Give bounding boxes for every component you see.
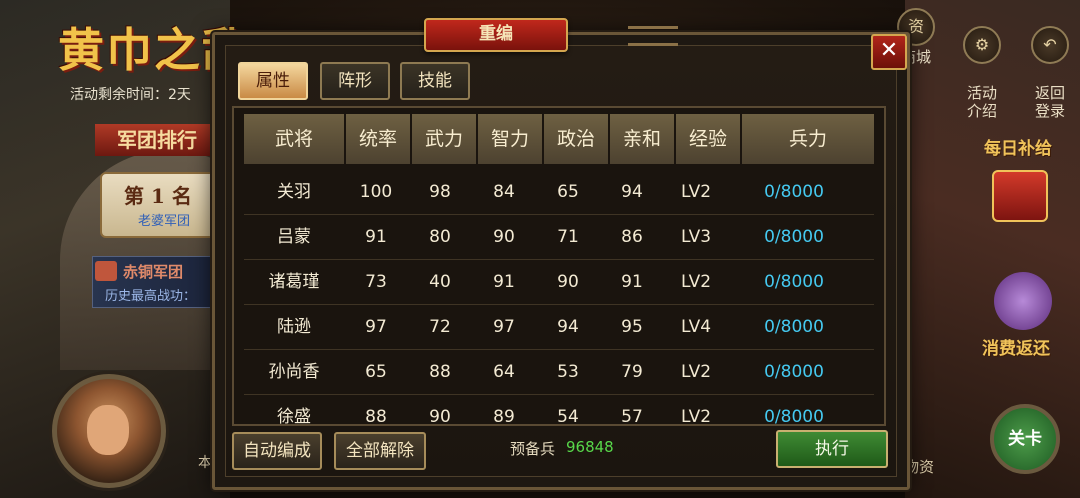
return-login-label: 返回 登录 (1034, 84, 1065, 120)
gate-button[interactable]: 关卡 (990, 404, 1060, 474)
table-row[interactable]: 关羽 100 98 84 65 94 LV2 0/8000 (244, 170, 874, 215)
bronze-legion-history: 历史最高战功： (105, 289, 197, 304)
auto-assign-button[interactable]: 自动编成 (232, 432, 322, 470)
cell-politics: 54 (557, 407, 579, 426)
col-troops: 兵力 (742, 114, 874, 164)
col-experience: 经验 (676, 114, 742, 164)
cell-intellect: 91 (493, 272, 515, 292)
cell-command: 100 (359, 182, 393, 202)
cell-command: 65 (365, 362, 387, 382)
bronze-legion-title: 赤铜军团 (123, 263, 184, 281)
cell-general: 关羽 (277, 182, 311, 202)
activity-intro-label: 活动 介绍 (966, 84, 997, 120)
reserve-troops-value: 96848 (566, 438, 614, 456)
rank-card[interactable]: 第 1 名 老婆军团 (100, 172, 224, 238)
cell-charisma: 86 (621, 227, 643, 247)
cell-charisma: 95 (621, 317, 643, 337)
release-all-button[interactable]: 全部解除 (334, 432, 426, 470)
avatar-face (87, 405, 129, 455)
cell-command: 91 (365, 227, 387, 247)
player-avatar[interactable] (52, 374, 166, 488)
table-row[interactable]: 诸葛瑾 73 40 91 90 91 LV2 0/8000 (244, 260, 874, 305)
cell-general: 诸葛瑾 (268, 272, 320, 292)
cell-experience: LV2 (680, 182, 712, 202)
cell-force: 98 (429, 182, 451, 202)
cell-command: 97 (365, 317, 387, 337)
cell-charisma: 94 (621, 182, 643, 202)
reserve-troops-label: 预备兵 (510, 440, 556, 458)
cell-experience: LV2 (680, 272, 712, 292)
col-politics: 政治 (544, 114, 610, 164)
table-header: 武将 统率 武力 智力 政治 亲和 经验 兵力 (244, 114, 874, 164)
cell-force: 88 (429, 362, 451, 382)
col-force: 武力 (412, 114, 478, 164)
cell-command: 73 (365, 272, 387, 292)
event-time-remaining: 活动剩余时间：2天 (70, 87, 191, 103)
cell-general: 徐盛 (277, 407, 311, 426)
tab-formation[interactable]: 阵形 (320, 62, 390, 100)
cell-troops: 0/8000 (764, 407, 824, 426)
dialog-title: 重编 (424, 18, 568, 52)
rank-team-name: 老婆军团 (138, 214, 191, 229)
cell-politics: 71 (557, 227, 579, 247)
table-row[interactable]: 吕蒙 91 80 90 71 86 LV3 0/8000 (244, 215, 874, 260)
cell-troops: 0/8000 (764, 227, 824, 247)
title-ornament-right (628, 26, 678, 46)
cell-force: 90 (429, 407, 451, 426)
cell-experience: LV4 (680, 317, 712, 337)
cell-general: 陆逊 (277, 317, 311, 337)
cell-intellect: 64 (493, 362, 515, 382)
cell-troops: 0/8000 (764, 362, 824, 382)
table-row[interactable]: 徐盛 88 90 89 54 57 LV2 0/8000 (244, 395, 874, 426)
return-arrow-icon: ↶ (1031, 26, 1069, 64)
cell-force: 40 (429, 272, 451, 292)
col-command: 统率 (346, 114, 412, 164)
cell-intellect: 84 (493, 182, 515, 202)
cell-intellect: 90 (493, 227, 515, 247)
cell-intellect: 97 (493, 317, 515, 337)
consume-refund-bag-icon[interactable] (994, 272, 1052, 330)
cell-charisma: 79 (621, 362, 643, 382)
cell-general: 吕蒙 (277, 227, 311, 247)
cell-politics: 90 (557, 272, 579, 292)
activity-intro-button[interactable]: ⚙ 活动 介绍 (952, 8, 1012, 120)
table-body: 关羽 100 98 84 65 94 LV2 0/8000 吕蒙 91 80 9… (244, 170, 874, 426)
cell-charisma: 57 (621, 407, 643, 426)
cell-politics: 94 (557, 317, 579, 337)
cell-intellect: 89 (493, 407, 515, 426)
cell-force: 72 (429, 317, 451, 337)
cell-command: 88 (365, 407, 387, 426)
cell-general: 孙尚香 (268, 362, 320, 382)
table-row[interactable]: 陆逊 97 72 97 94 95 LV4 0/8000 (244, 305, 874, 350)
cell-troops: 0/8000 (764, 317, 824, 337)
close-button[interactable]: ✕ (871, 34, 907, 70)
return-login-button[interactable]: ↶ 返回 登录 (1020, 8, 1080, 120)
table-row[interactable]: 孙尚香 65 88 64 53 79 LV2 0/8000 (244, 350, 874, 395)
col-intellect: 智力 (478, 114, 544, 164)
cell-force: 80 (429, 227, 451, 247)
general-table: 武将 统率 武力 智力 政治 亲和 经验 兵力 关羽 100 98 84 65 … (232, 106, 886, 426)
activity-intro-icon: ⚙ (963, 26, 1001, 64)
cell-politics: 53 (557, 362, 579, 382)
cell-experience: LV3 (680, 227, 712, 247)
left-bottom-text: 本 (198, 455, 212, 471)
cell-troops: 0/8000 (764, 272, 824, 292)
col-general: 武将 (244, 114, 346, 164)
tab-attributes[interactable]: 属性 (238, 62, 308, 100)
cell-experience: LV2 (680, 407, 712, 426)
cell-charisma: 91 (621, 272, 643, 292)
daily-supply-label: 每日补给 (984, 139, 1052, 159)
rank-number: 第 1 名 (124, 184, 192, 208)
tab-skills[interactable]: 技能 (400, 62, 470, 100)
daily-supply-chest-icon[interactable] (992, 170, 1048, 222)
col-charisma: 亲和 (610, 114, 676, 164)
cell-troops: 0/8000 (764, 182, 824, 202)
execute-button[interactable]: 执行 (776, 430, 888, 468)
cell-politics: 65 (557, 182, 579, 202)
cell-experience: LV2 (680, 362, 712, 382)
treasure-icon (95, 261, 117, 281)
consume-refund-label: 消费返还 (982, 339, 1050, 359)
